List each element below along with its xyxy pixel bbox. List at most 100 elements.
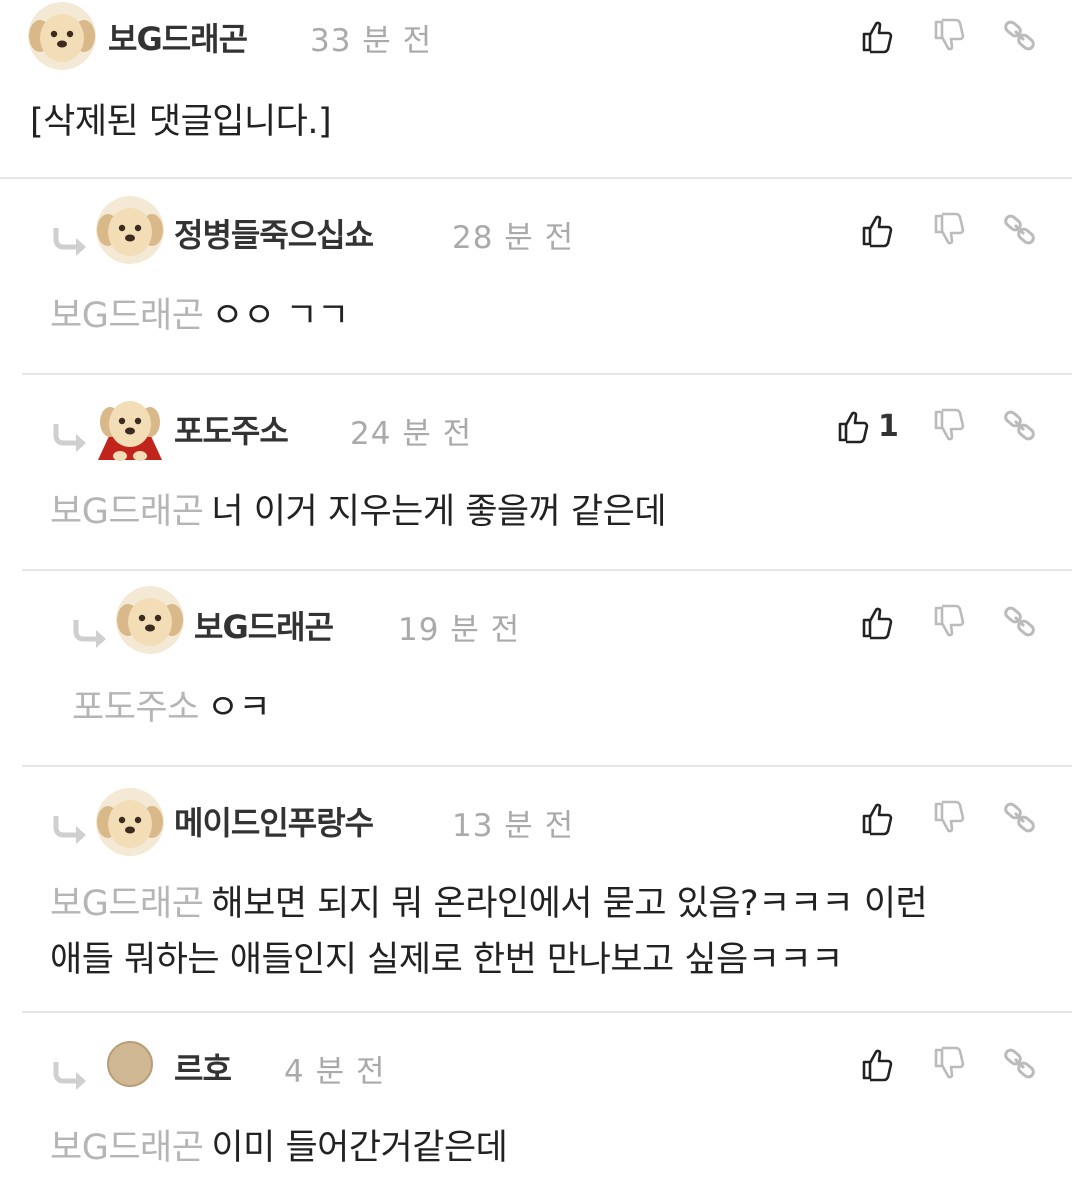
dislike-button[interactable] — [932, 796, 968, 840]
comment-author[interactable]: 포도주소 — [174, 406, 289, 452]
comment-time: 13 분 전 — [452, 808, 575, 844]
link-button[interactable] — [1002, 600, 1038, 644]
thumbs-down-icon — [932, 1046, 968, 1082]
like-count: 1 — [878, 408, 899, 444]
comment-body: ㅇㅇ ㄱㄱ — [211, 296, 349, 336]
reply-arrow-icon — [70, 618, 110, 648]
comment-actions: 1 — [856, 404, 1046, 448]
mention-tag[interactable]: 보G드래곤 — [50, 1128, 204, 1168]
comment-text: 보G드래곤 ㅇㅇ ㄱㄱ — [50, 290, 349, 342]
like-button[interactable] — [860, 14, 902, 58]
comment-body: ㅇㅋ — [206, 688, 271, 728]
comment-time: 19 분 전 — [398, 612, 521, 648]
link-button[interactable] — [1002, 404, 1038, 448]
comment-author[interactable]: 보G드래곤 — [108, 14, 248, 60]
divider — [22, 569, 1072, 571]
reply-arrow-icon — [50, 1060, 90, 1090]
comment-time: 28 분 전 — [452, 220, 575, 256]
comment-actions — [856, 208, 1046, 252]
thumbs-up-icon — [860, 1046, 896, 1082]
like-button[interactable]: 1 — [836, 404, 899, 448]
link-icon — [1002, 604, 1038, 640]
link-icon — [1002, 18, 1038, 54]
comment-text: 보G드래곤 너 이거 지우는게 좋을꺼 같은데 — [50, 486, 667, 538]
avatar[interactable] — [28, 2, 96, 70]
link-button[interactable] — [1002, 1042, 1038, 1086]
mention-tag[interactable]: 포도주소 — [72, 688, 199, 728]
dislike-button[interactable] — [932, 14, 968, 58]
comment-body: 이미 들어간거같은데 — [211, 1128, 508, 1168]
comment-author[interactable]: 보G드래곤 — [194, 602, 334, 648]
puppy-icon — [28, 2, 96, 70]
comment-time: 33 분 전 — [310, 23, 433, 59]
comment-body: [삭제된 댓글입니다.] — [30, 102, 332, 142]
comment-author[interactable]: 메이드인푸랑수 — [174, 798, 374, 844]
thumbs-down-icon — [932, 212, 968, 248]
comment-text: 포도주소 ㅇㅋ — [72, 682, 271, 734]
thumbs-up-icon — [836, 408, 872, 444]
avatar[interactable] — [96, 394, 164, 462]
divider — [22, 373, 1072, 375]
link-button[interactable] — [1002, 796, 1038, 840]
comment-actions — [856, 796, 1046, 840]
link-icon — [1002, 212, 1038, 248]
thumbs-down-icon — [932, 408, 968, 444]
thumbs-up-icon — [860, 800, 896, 836]
dislike-button[interactable] — [932, 404, 968, 448]
comment-time: 24 분 전 — [350, 416, 473, 452]
link-icon — [1002, 408, 1038, 444]
like-button[interactable] — [860, 796, 902, 840]
puppy-icon — [96, 788, 164, 856]
avatar[interactable] — [116, 586, 184, 654]
avatar[interactable] — [96, 196, 164, 264]
divider — [22, 765, 1072, 767]
dislike-button[interactable] — [932, 208, 968, 252]
comment-actions — [856, 1042, 1046, 1086]
thumbs-down-icon — [932, 18, 968, 54]
mention-tag[interactable]: 보G드래곤 — [50, 296, 204, 336]
thumbs-up-icon — [860, 212, 896, 248]
comment-text: [삭제된 댓글입니다.] — [30, 96, 332, 148]
comment-actions — [856, 600, 1046, 644]
reply-arrow-icon — [50, 226, 90, 256]
like-button[interactable] — [860, 1042, 902, 1086]
thumbs-up-icon — [860, 18, 896, 54]
comment-item: 르호 4 분 전 보G드래곤 이미 들어간거같은데 — [0, 1014, 1072, 1177]
comment-body: 해보면 되지 뭐 온라인에서 묻고 있음?ㅋㅋㅋ 이런 — [211, 884, 928, 924]
divider — [22, 1011, 1072, 1013]
link-icon — [1002, 1046, 1038, 1082]
link-button[interactable] — [1002, 14, 1038, 58]
comment-body: 너 이거 지우는게 좋을꺼 같은데 — [211, 492, 667, 532]
divider — [0, 177, 1072, 179]
comment-line: 보G드래곤 해보면 되지 뭐 온라인에서 묻고 있음?ㅋㅋㅋ 이런 — [50, 878, 1050, 930]
like-button[interactable] — [860, 208, 902, 252]
comment-item: 보G드래곤 19 분 전 포도주소 ㅇㅋ — [0, 572, 1072, 766]
link-icon — [1002, 800, 1038, 836]
comment-item: 보G드래곤 33 분 전 [삭제된 댓글입니다.] — [0, 0, 1072, 178]
like-button[interactable] — [860, 600, 902, 644]
comment-author[interactable]: 정병들죽으십쇼 — [174, 210, 374, 256]
puppy-icon — [96, 196, 164, 264]
reply-arrow-icon — [50, 814, 90, 844]
comment-author[interactable]: 르호 — [174, 1044, 232, 1090]
mention-tag[interactable]: 보G드래곤 — [50, 884, 204, 924]
plain-circle-icon — [96, 1030, 164, 1098]
reply-arrow-icon — [50, 422, 90, 452]
comment-text: 보G드래곤 이미 들어간거같은데 — [50, 1122, 508, 1174]
mention-tag[interactable]: 보G드래곤 — [50, 492, 204, 532]
comment-item: 포도주소 24 분 전 1 보G드래곤 너 이거 지우는게 좋을꺼 같은데 — [0, 376, 1072, 570]
comment-text: 보G드래곤 해보면 되지 뭐 온라인에서 묻고 있음?ㅋㅋㅋ 이런 애들 뭐하는 … — [50, 878, 1050, 986]
avatar[interactable] — [96, 1030, 164, 1098]
comment-item: 정병들죽으십쇼 28 분 전 보G드래곤 ㅇㅇ ㄱㄱ — [0, 180, 1072, 374]
puppy-cape-icon — [96, 394, 164, 462]
comment-item: 메이드인푸랑수 13 분 전 보G드래곤 해보면 되지 뭐 온라인에서 묻고 있음… — [0, 768, 1072, 1012]
dislike-button[interactable] — [932, 1042, 968, 1086]
puppy-icon — [116, 586, 184, 654]
dislike-button[interactable] — [932, 600, 968, 644]
avatar[interactable] — [96, 788, 164, 856]
comment-line: 애들 뭐하는 애들인지 실제로 한번 만나보고 싶음ㅋㅋㅋ — [50, 940, 843, 980]
comment-actions — [856, 14, 1046, 58]
link-button[interactable] — [1002, 208, 1038, 252]
thumbs-down-icon — [932, 604, 968, 640]
thumbs-up-icon — [860, 604, 896, 640]
